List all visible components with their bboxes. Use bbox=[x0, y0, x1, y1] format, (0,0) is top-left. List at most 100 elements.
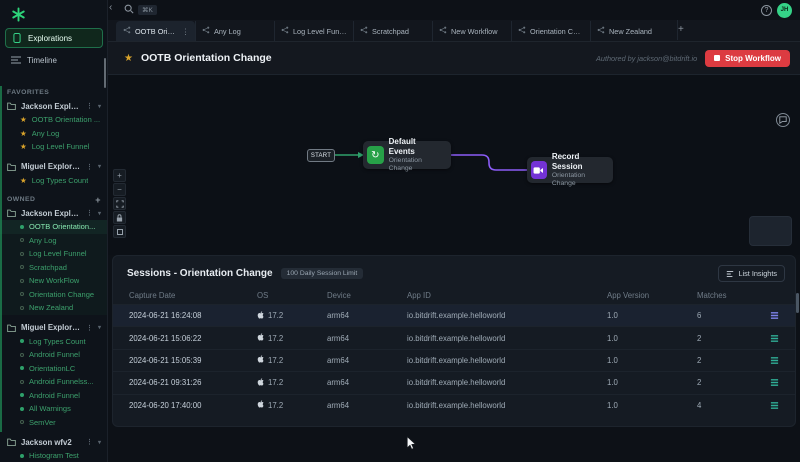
canvas-minimap[interactable] bbox=[749, 216, 792, 246]
chevron-down-icon[interactable]: ▾ bbox=[98, 210, 101, 217]
col-app-id[interactable]: App ID bbox=[407, 291, 607, 300]
table-row[interactable]: 2024-06-21 15:06:22 17.2 arm64 io.bitdri… bbox=[113, 326, 795, 348]
sidebar-row[interactable]: ★ OOTB Orientation ... ⋮ ▾ + bbox=[0, 113, 108, 127]
sidebar-row[interactable]: ★ OOTB Orientation... ⋮ ▾ + bbox=[0, 220, 108, 234]
chevron-down-icon[interactable]: ▾ bbox=[98, 324, 101, 331]
comment-bubble-icon[interactable] bbox=[776, 113, 790, 127]
session-timeline-icon[interactable] bbox=[770, 378, 779, 387]
col-matches[interactable]: Matches bbox=[697, 291, 765, 300]
sidebar-row[interactable]: ★ Jackson Explor... ⋮ ▾ + bbox=[0, 99, 108, 113]
sidebar-row[interactable]: ★ All Warnings ⋮ ▾ + bbox=[0, 402, 108, 416]
add-exploration-icon[interactable]: + bbox=[95, 195, 101, 205]
fit-view-button[interactable] bbox=[113, 197, 126, 210]
zoom-out-button[interactable]: − bbox=[113, 183, 126, 196]
os-version: 17.2 bbox=[268, 334, 283, 343]
os-version: 17.2 bbox=[268, 311, 283, 320]
workflow-canvas[interactable]: START ↻ Default Events Orientation Chang… bbox=[108, 75, 800, 255]
sidebar-row[interactable]: ★ Miguel Explorati... ⋮ ▾ + bbox=[0, 321, 108, 335]
table-row[interactable]: 2024-06-21 16:24:08 17.2 arm64 io.bitdri… bbox=[113, 304, 795, 326]
bitdrift-logo-icon[interactable] bbox=[9, 5, 27, 23]
avatar[interactable]: JH bbox=[777, 3, 792, 18]
sidebar-row[interactable]: ★ Histogram Test ⋮ ▾ + bbox=[0, 449, 108, 462]
cell-app-version: 1.0 bbox=[607, 356, 697, 365]
kebab-menu-icon[interactable]: ⋮ bbox=[86, 438, 93, 446]
sidebar-item-label: OWNED bbox=[7, 196, 35, 203]
chevron-down-icon[interactable]: ▾ bbox=[98, 103, 101, 110]
chevron-down-icon[interactable]: ▾ bbox=[98, 439, 101, 446]
tab-kebab-icon[interactable]: ⋮ bbox=[182, 27, 189, 36]
sidebar-tree: ★ FAVORITES ⋮ ▾ + ★ Jackson Explor... ⋮ bbox=[0, 78, 108, 462]
sidebar-row[interactable]: ★ Log Level Funnel ⋮ ▾ + bbox=[0, 247, 108, 261]
col-os[interactable]: OS bbox=[257, 291, 327, 300]
sidebar-row[interactable]: ★ Orientation Change ⋮ ▾ + bbox=[0, 288, 108, 302]
default-events-node[interactable]: ↻ Default Events Orientation Change bbox=[363, 141, 451, 169]
zoom-in-button[interactable]: + bbox=[113, 169, 126, 182]
stop-icon bbox=[714, 55, 720, 61]
kebab-menu-icon[interactable]: ⋮ bbox=[86, 324, 93, 332]
cell-capture-date: 2024-06-21 15:06:22 bbox=[129, 334, 257, 343]
table-row[interactable]: 2024-06-21 09:31:26 17.2 arm64 io.bitdri… bbox=[113, 371, 795, 393]
kebab-menu-icon[interactable]: ⋮ bbox=[86, 163, 93, 171]
sidebar-scrollbar[interactable] bbox=[104, 58, 106, 88]
sessions-table-body: 2024-06-21 16:24:08 17.2 arm64 io.bitdri… bbox=[113, 304, 795, 416]
sidebar-nav-item[interactable]: Timeline bbox=[5, 50, 103, 70]
col-device[interactable]: Device bbox=[327, 291, 407, 300]
table-scrollbar[interactable] bbox=[796, 293, 799, 313]
session-timeline-icon[interactable] bbox=[770, 401, 779, 410]
sidebar-row[interactable]: ★ Android Funnel ⋮ ▾ + bbox=[0, 348, 108, 362]
workflow-tab[interactable]: New Workflow ⋮ bbox=[432, 21, 511, 41]
sidebar-item-label: New WorkFlow bbox=[29, 276, 79, 285]
sidebar-nav-item[interactable]: Explorations bbox=[5, 28, 103, 48]
cell-app-version: 1.0 bbox=[607, 378, 697, 387]
new-tab-button[interactable]: + bbox=[677, 20, 684, 40]
lock-button[interactable] bbox=[113, 211, 126, 224]
session-timeline-icon[interactable] bbox=[770, 311, 779, 320]
sidebar-row[interactable]: ★ Miguel Explorati... ⋮ ▾ + bbox=[0, 160, 108, 174]
start-node[interactable]: START bbox=[307, 149, 335, 162]
folder-icon bbox=[7, 209, 16, 217]
sidebar-accent-strip bbox=[0, 86, 2, 432]
global-search[interactable]: ⌘K bbox=[124, 1, 157, 19]
stop-workflow-button[interactable]: Stop Workflow bbox=[705, 50, 790, 67]
favorite-star-icon[interactable]: ★ bbox=[124, 53, 133, 64]
sidebar-row[interactable]: ★ Log Types Count ⋮ ▾ + bbox=[0, 335, 108, 349]
cell-matches: 2 bbox=[697, 378, 765, 387]
workflow-tab[interactable]: Any Log ⋮ bbox=[195, 21, 274, 41]
sidebar-row[interactable]: ★ OWNED ⋮ ▾ + bbox=[0, 193, 108, 206]
table-row[interactable]: 2024-06-21 15:05:39 17.2 arm64 io.bitdri… bbox=[113, 349, 795, 371]
workflow-tab[interactable]: New Zealand ⋮ bbox=[590, 21, 669, 41]
sidebar-row[interactable]: ★ Android Funnel ⋮ ▾ + bbox=[0, 389, 108, 403]
sidebar-row[interactable]: ★ Scratchpad ⋮ ▾ + bbox=[0, 261, 108, 275]
workflow-tab[interactable]: OOTB Orientation... ⋮ bbox=[116, 21, 195, 41]
top-utility-bar: ⌘K ? JH bbox=[108, 0, 800, 20]
sidebar-row[interactable]: ★ Jackson Explorati... ⋮ ▾ + bbox=[0, 206, 108, 220]
workflow-tab[interactable]: Log Level Funnel ⋮ bbox=[274, 21, 353, 41]
session-timeline-icon[interactable] bbox=[770, 334, 779, 343]
list-insights-button[interactable]: List Insights bbox=[718, 265, 785, 282]
attribution-button[interactable] bbox=[113, 225, 126, 238]
sidebar-row[interactable]: ★ Android Funnelss... ⋮ ▾ + bbox=[0, 375, 108, 389]
sidebar-item-label: Log Types Count bbox=[29, 337, 86, 346]
sidebar-row[interactable]: ★ Any Log ⋮ ▾ + bbox=[0, 127, 108, 141]
record-session-node[interactable]: Record Session Orientation Change bbox=[527, 157, 613, 183]
sidebar-row[interactable]: ★ Log Types Count ⋮ ▾ + bbox=[0, 174, 108, 188]
sidebar-row[interactable]: ★ SemVer ⋮ ▾ + bbox=[0, 416, 108, 430]
kebab-menu-icon[interactable]: ⋮ bbox=[86, 209, 93, 217]
session-timeline-icon[interactable] bbox=[770, 356, 779, 365]
col-capture-date[interactable]: Capture Date bbox=[129, 291, 257, 300]
chevron-down-icon[interactable]: ▾ bbox=[98, 163, 101, 170]
workflow-tab[interactable]: Scratchpad ⋮ bbox=[353, 21, 432, 41]
sidebar-row[interactable]: ★ New WorkFlow ⋮ ▾ + bbox=[0, 274, 108, 288]
workflow-tab[interactable]: Orientation Change ⋮ bbox=[511, 21, 590, 41]
table-row[interactable]: 2024-06-20 17:40:00 17.2 arm64 io.bitdri… bbox=[113, 394, 795, 416]
sidebar-row[interactable]: ★ Any Log ⋮ ▾ + bbox=[0, 234, 108, 248]
workflow-icon bbox=[360, 26, 368, 36]
col-app-version[interactable]: App Version bbox=[607, 291, 697, 300]
sidebar-row[interactable]: ★ New Zealand ⋮ ▾ + bbox=[0, 301, 108, 315]
sidebar-row[interactable]: ★ OrientationLC ⋮ ▾ + bbox=[0, 362, 108, 376]
sidebar-row[interactable]: ★ Log Level Funnel ⋮ ▾ + bbox=[0, 140, 108, 154]
sidebar-row[interactable]: ★ Jackson wfv2 ⋮ ▾ + bbox=[0, 435, 108, 449]
sidebar-row[interactable]: ★ FAVORITES ⋮ ▾ + bbox=[0, 86, 108, 99]
help-icon[interactable]: ? bbox=[761, 5, 772, 16]
kebab-menu-icon[interactable]: ⋮ bbox=[86, 102, 93, 110]
